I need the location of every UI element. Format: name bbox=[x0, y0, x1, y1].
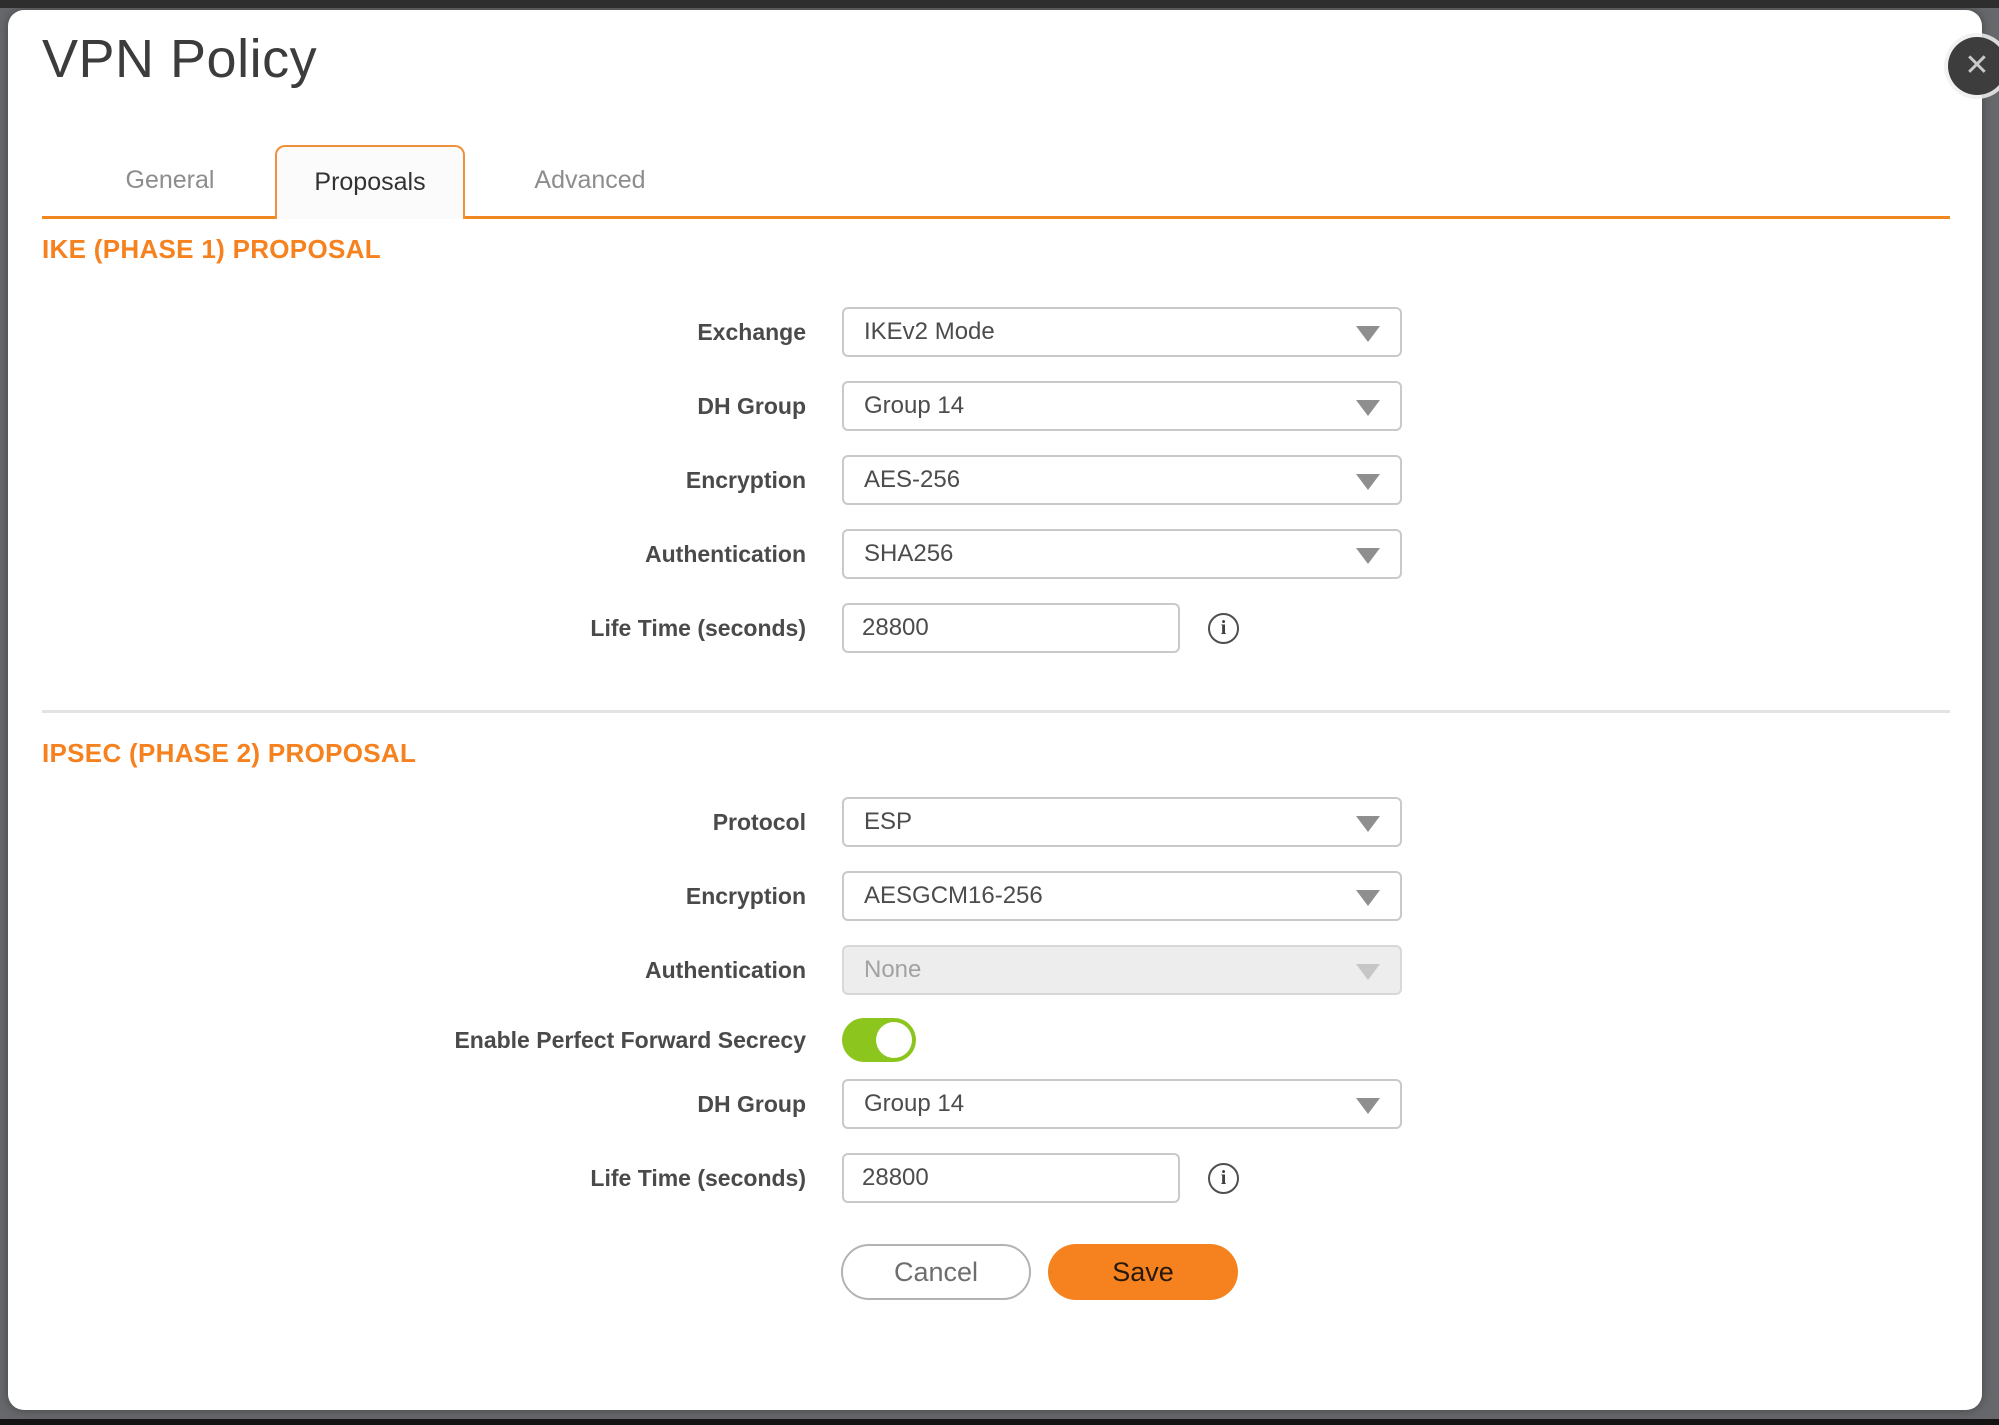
tab-proposals[interactable]: Proposals bbox=[275, 145, 465, 219]
authentication-value: None bbox=[864, 956, 921, 984]
dh-group-row-phase1: DH Group Group 14 bbox=[8, 381, 1982, 431]
encryption-select-phase2[interactable]: AESGCM16-256 bbox=[842, 871, 1402, 921]
pfs-label: Enable Perfect Forward Secrecy bbox=[8, 1027, 806, 1054]
chevron-down-icon bbox=[1356, 890, 1380, 906]
ipsec-phase2-heading: IPSEC (PHASE 2) PROPOSAL bbox=[42, 738, 416, 769]
dh-group-value: Group 14 bbox=[864, 1090, 964, 1118]
chevron-down-icon bbox=[1356, 548, 1380, 564]
authentication-value: SHA256 bbox=[864, 540, 953, 568]
dh-group-select-phase1[interactable]: Group 14 bbox=[842, 381, 1402, 431]
encryption-row-phase1: Encryption AES-256 bbox=[8, 455, 1982, 505]
dh-group-label: DH Group bbox=[8, 1091, 806, 1118]
cancel-button[interactable]: Cancel bbox=[841, 1244, 1031, 1300]
dh-group-row-phase2: DH Group Group 14 bbox=[8, 1079, 1982, 1129]
authentication-select-phase2-disabled: None bbox=[842, 945, 1402, 995]
exchange-row: Exchange IKEv2 Mode bbox=[8, 307, 1982, 357]
life-time-row-phase1: Life Time (seconds) i bbox=[8, 603, 1982, 653]
save-button[interactable]: Save bbox=[1048, 1244, 1238, 1300]
chevron-down-icon bbox=[1356, 474, 1380, 490]
pfs-row: Enable Perfect Forward Secrecy bbox=[8, 1018, 1982, 1062]
encryption-row-phase2: Encryption AESGCM16-256 bbox=[8, 871, 1982, 921]
vpn-policy-dialog: ✕ VPN Policy General Proposals Advanced … bbox=[8, 10, 1982, 1410]
protocol-value: ESP bbox=[864, 808, 912, 836]
protocol-row: Protocol ESP bbox=[8, 797, 1982, 847]
window-frame-bottom bbox=[0, 1419, 1999, 1425]
life-time-label: Life Time (seconds) bbox=[8, 1165, 806, 1192]
section-divider bbox=[42, 710, 1950, 713]
protocol-select[interactable]: ESP bbox=[842, 797, 1402, 847]
close-button[interactable]: ✕ bbox=[1948, 37, 1999, 95]
life-time-label: Life Time (seconds) bbox=[8, 615, 806, 642]
toggle-knob bbox=[876, 1022, 912, 1058]
exchange-select[interactable]: IKEv2 Mode bbox=[842, 307, 1402, 357]
protocol-label: Protocol bbox=[8, 809, 806, 836]
encryption-label: Encryption bbox=[8, 467, 806, 494]
chevron-down-icon bbox=[1356, 964, 1380, 980]
chevron-down-icon bbox=[1356, 326, 1380, 342]
life-time-row-phase2: Life Time (seconds) i bbox=[8, 1153, 1982, 1203]
encryption-value: AES-256 bbox=[864, 466, 960, 494]
encryption-select-phase1[interactable]: AES-256 bbox=[842, 455, 1402, 505]
window-frame-top bbox=[0, 0, 1999, 8]
encryption-value: AESGCM16-256 bbox=[864, 882, 1043, 910]
encryption-label: Encryption bbox=[8, 883, 806, 910]
chevron-down-icon bbox=[1356, 400, 1380, 416]
ike-phase1-heading: IKE (PHASE 1) PROPOSAL bbox=[42, 234, 381, 265]
dh-group-label: DH Group bbox=[8, 393, 806, 420]
authentication-label: Authentication bbox=[8, 957, 806, 984]
exchange-label: Exchange bbox=[8, 319, 806, 346]
authentication-row-phase1: Authentication SHA256 bbox=[8, 529, 1982, 579]
authentication-select-phase1[interactable]: SHA256 bbox=[842, 529, 1402, 579]
close-icon: ✕ bbox=[1964, 51, 1989, 81]
dh-group-select-phase2[interactable]: Group 14 bbox=[842, 1079, 1402, 1129]
life-time-input-phase2[interactable] bbox=[842, 1153, 1180, 1203]
tab-advanced[interactable]: Advanced bbox=[510, 145, 670, 219]
info-icon[interactable]: i bbox=[1208, 1163, 1239, 1194]
dh-group-value: Group 14 bbox=[864, 392, 964, 420]
authentication-label: Authentication bbox=[8, 541, 806, 568]
dialog-title: VPN Policy bbox=[42, 28, 317, 90]
pfs-toggle[interactable] bbox=[842, 1018, 916, 1062]
exchange-value: IKEv2 Mode bbox=[864, 318, 995, 346]
chevron-down-icon bbox=[1356, 816, 1380, 832]
chevron-down-icon bbox=[1356, 1098, 1380, 1114]
tab-general[interactable]: General bbox=[95, 145, 245, 219]
authentication-row-phase2: Authentication None bbox=[8, 945, 1982, 995]
info-icon[interactable]: i bbox=[1208, 613, 1239, 644]
life-time-input-phase1[interactable] bbox=[842, 603, 1180, 653]
